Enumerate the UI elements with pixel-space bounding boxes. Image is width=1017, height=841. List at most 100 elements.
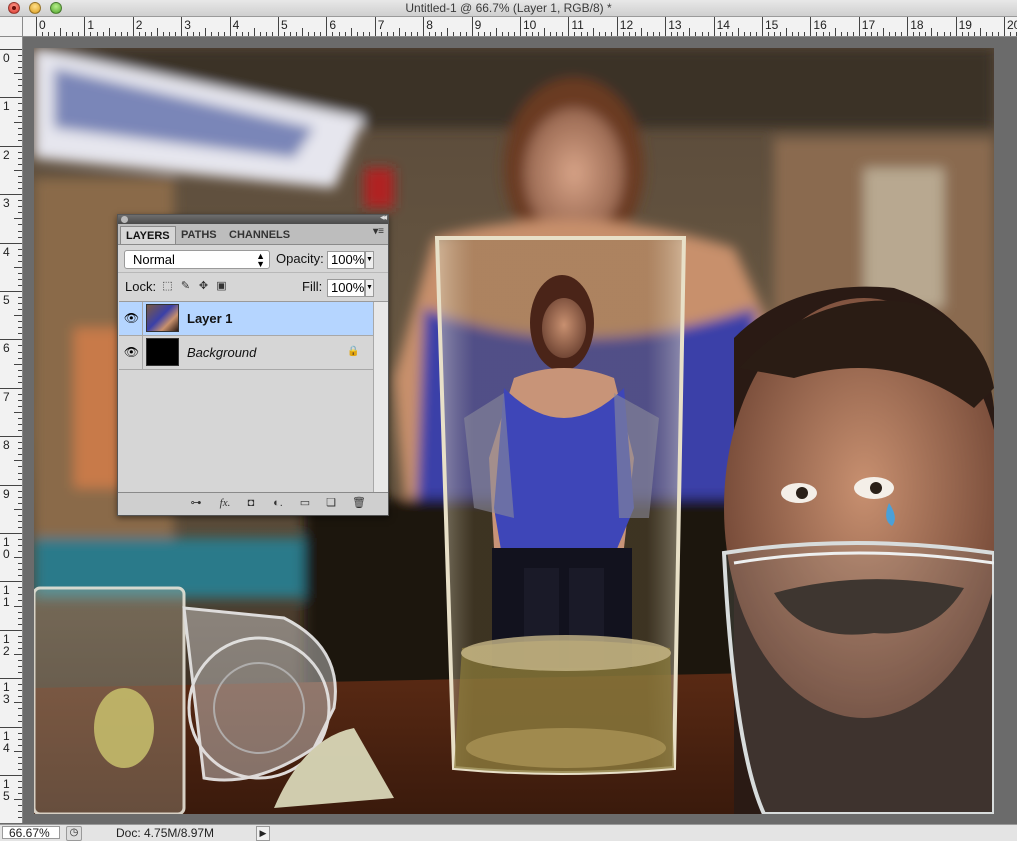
ruler-minor-tick (985, 32, 987, 36)
ruler-minor-tick (731, 32, 733, 36)
visibility-eye-icon[interactable]: 👁 (121, 336, 143, 369)
ruler-major-tick (665, 17, 667, 36)
ruler-minor-tick (102, 32, 104, 36)
ruler-minor-tick (120, 32, 122, 36)
ruler-minor-tick (296, 32, 298, 36)
fx-icon[interactable]: fx. (216, 496, 234, 510)
ruler-label: 5 (3, 293, 10, 307)
ruler-label: 9 (3, 486, 10, 501)
panel-header[interactable]: ◂◂ (118, 212, 388, 224)
new-group-icon[interactable]: ▭ (298, 496, 312, 510)
zoom-level-field[interactable]: 66.67% (2, 826, 60, 840)
ruler-minor-tick (489, 32, 491, 36)
ruler-minor-tick (18, 333, 22, 335)
ruler-minor-tick (411, 32, 413, 36)
layer-row-background[interactable]: 👁 Background 🔒 (119, 336, 374, 370)
add-mask-icon[interactable]: ◘ (244, 496, 258, 510)
ruler-minor-tick (18, 720, 22, 722)
ruler-minor-tick (18, 79, 22, 81)
ruler-origin-corner[interactable] (0, 17, 23, 36)
ruler-minor-tick (253, 28, 255, 36)
blend-mode-select[interactable]: Normal ▲ ▼ (124, 250, 270, 269)
new-layer-icon[interactable]: ❏ (324, 496, 338, 510)
layers-scrollbar[interactable] (373, 302, 388, 494)
ruler-minor-tick (368, 32, 370, 36)
ruler-minor-tick (18, 599, 22, 601)
ruler-major-tick (229, 17, 231, 36)
ruler-minor-tick (828, 32, 830, 36)
delete-layer-icon[interactable]: 🗑 (352, 496, 366, 510)
ruler-label: 3 (184, 18, 191, 32)
ruler-minor-tick (193, 32, 195, 36)
ruler-minor-tick (18, 206, 22, 208)
ruler-minor-tick (556, 32, 558, 36)
ruler-minor-tick (18, 278, 22, 280)
adjustment-layer-icon[interactable]: ◐. (270, 496, 286, 510)
ruler-minor-tick (14, 170, 22, 171)
ruler-minor-tick (18, 157, 22, 159)
visibility-eye-icon[interactable]: 👁 (121, 302, 143, 335)
ruler-minor-tick (18, 623, 22, 625)
opacity-dropdown-icon[interactable]: ▼ (365, 251, 374, 269)
ruler-minor-tick (169, 32, 171, 36)
fill-field[interactable]: 100% (327, 279, 365, 297)
ruler-major-tick (1004, 17, 1005, 36)
ruler-minor-tick (18, 272, 22, 274)
ruler-minor-tick (114, 32, 116, 36)
ruler-minor-tick (768, 32, 770, 36)
status-menu-arrow-icon[interactable]: ▶ (256, 826, 270, 841)
panel-collapse-icon[interactable]: ◂◂ (380, 212, 387, 223)
tab-channels[interactable]: CHANNELS (224, 226, 295, 244)
ruler-minor-tick (18, 139, 22, 141)
ruler-minor-tick (18, 714, 22, 716)
ruler-minor-tick (18, 115, 22, 117)
layer-row-layer-1[interactable]: 👁 Layer 1 (119, 302, 374, 336)
panel-close-button[interactable] (121, 216, 128, 223)
ruler-minor-tick (925, 32, 927, 36)
opacity-field[interactable]: 100% (327, 251, 365, 269)
fill-dropdown-icon[interactable]: ▼ (365, 279, 374, 297)
vertical-ruler[interactable]: 0 1 2 3 4 5 6 7 8 9 10 11 12 13 14 15 (0, 37, 23, 823)
ruler-minor-tick (18, 666, 22, 668)
ruler-minor-tick (18, 381, 22, 383)
layer-name[interactable]: Background (187, 336, 256, 369)
tab-paths[interactable]: PATHS (176, 226, 222, 244)
lock-position-icon[interactable]: ✥ (197, 280, 210, 293)
ruler-minor-tick (707, 32, 709, 36)
ruler-major-tick (0, 194, 22, 196)
ruler-minor-tick (719, 32, 721, 36)
layer-name[interactable]: Layer 1 (187, 302, 233, 335)
ruler-minor-tick (18, 781, 22, 783)
ruler-minor-tick (284, 32, 286, 36)
ruler-major-tick (0, 97, 22, 99)
ruler-minor-tick (14, 121, 22, 123)
lock-image-pixels-icon[interactable]: ✎ (179, 280, 192, 293)
ruler-minor-tick (14, 605, 22, 607)
ruler-minor-tick (14, 266, 22, 268)
ruler-minor-tick (659, 32, 661, 36)
ruler-minor-tick (332, 32, 334, 36)
panel-menu-icon[interactable]: ▾≡ (373, 226, 384, 237)
ruler-minor-tick (18, 393, 22, 395)
ruler-minor-tick (628, 32, 630, 36)
ruler-minor-tick (338, 32, 340, 36)
ruler-minor-tick (18, 357, 22, 359)
ruler-label: 3 (3, 196, 10, 211)
blend-row: Normal ▲ ▼ Opacity: 100% ▼ (118, 245, 388, 272)
layer-thumbnail (146, 338, 179, 366)
ruler-minor-tick (18, 478, 22, 480)
lock-transparent-pixels-icon[interactable]: ⬚ (161, 280, 174, 293)
ruler-major-tick (0, 775, 22, 776)
status-options-icon[interactable]: ◷ (66, 826, 82, 841)
lock-all-icon[interactable]: ▣ (215, 280, 228, 293)
ruler-minor-tick (18, 502, 22, 504)
ruler-minor-tick (997, 32, 999, 36)
tab-layers[interactable]: LAYERS (120, 226, 176, 244)
ruler-label: 11 (571, 18, 584, 32)
horizontal-ruler[interactable]: 01234567891011121314151617181920 (0, 17, 1017, 37)
ruler-minor-tick (18, 641, 22, 643)
ruler-minor-tick (562, 32, 564, 36)
link-layers-icon[interactable]: ⊶ (188, 496, 204, 510)
ruler-minor-tick (780, 32, 782, 36)
ruler-major-tick (0, 581, 22, 583)
